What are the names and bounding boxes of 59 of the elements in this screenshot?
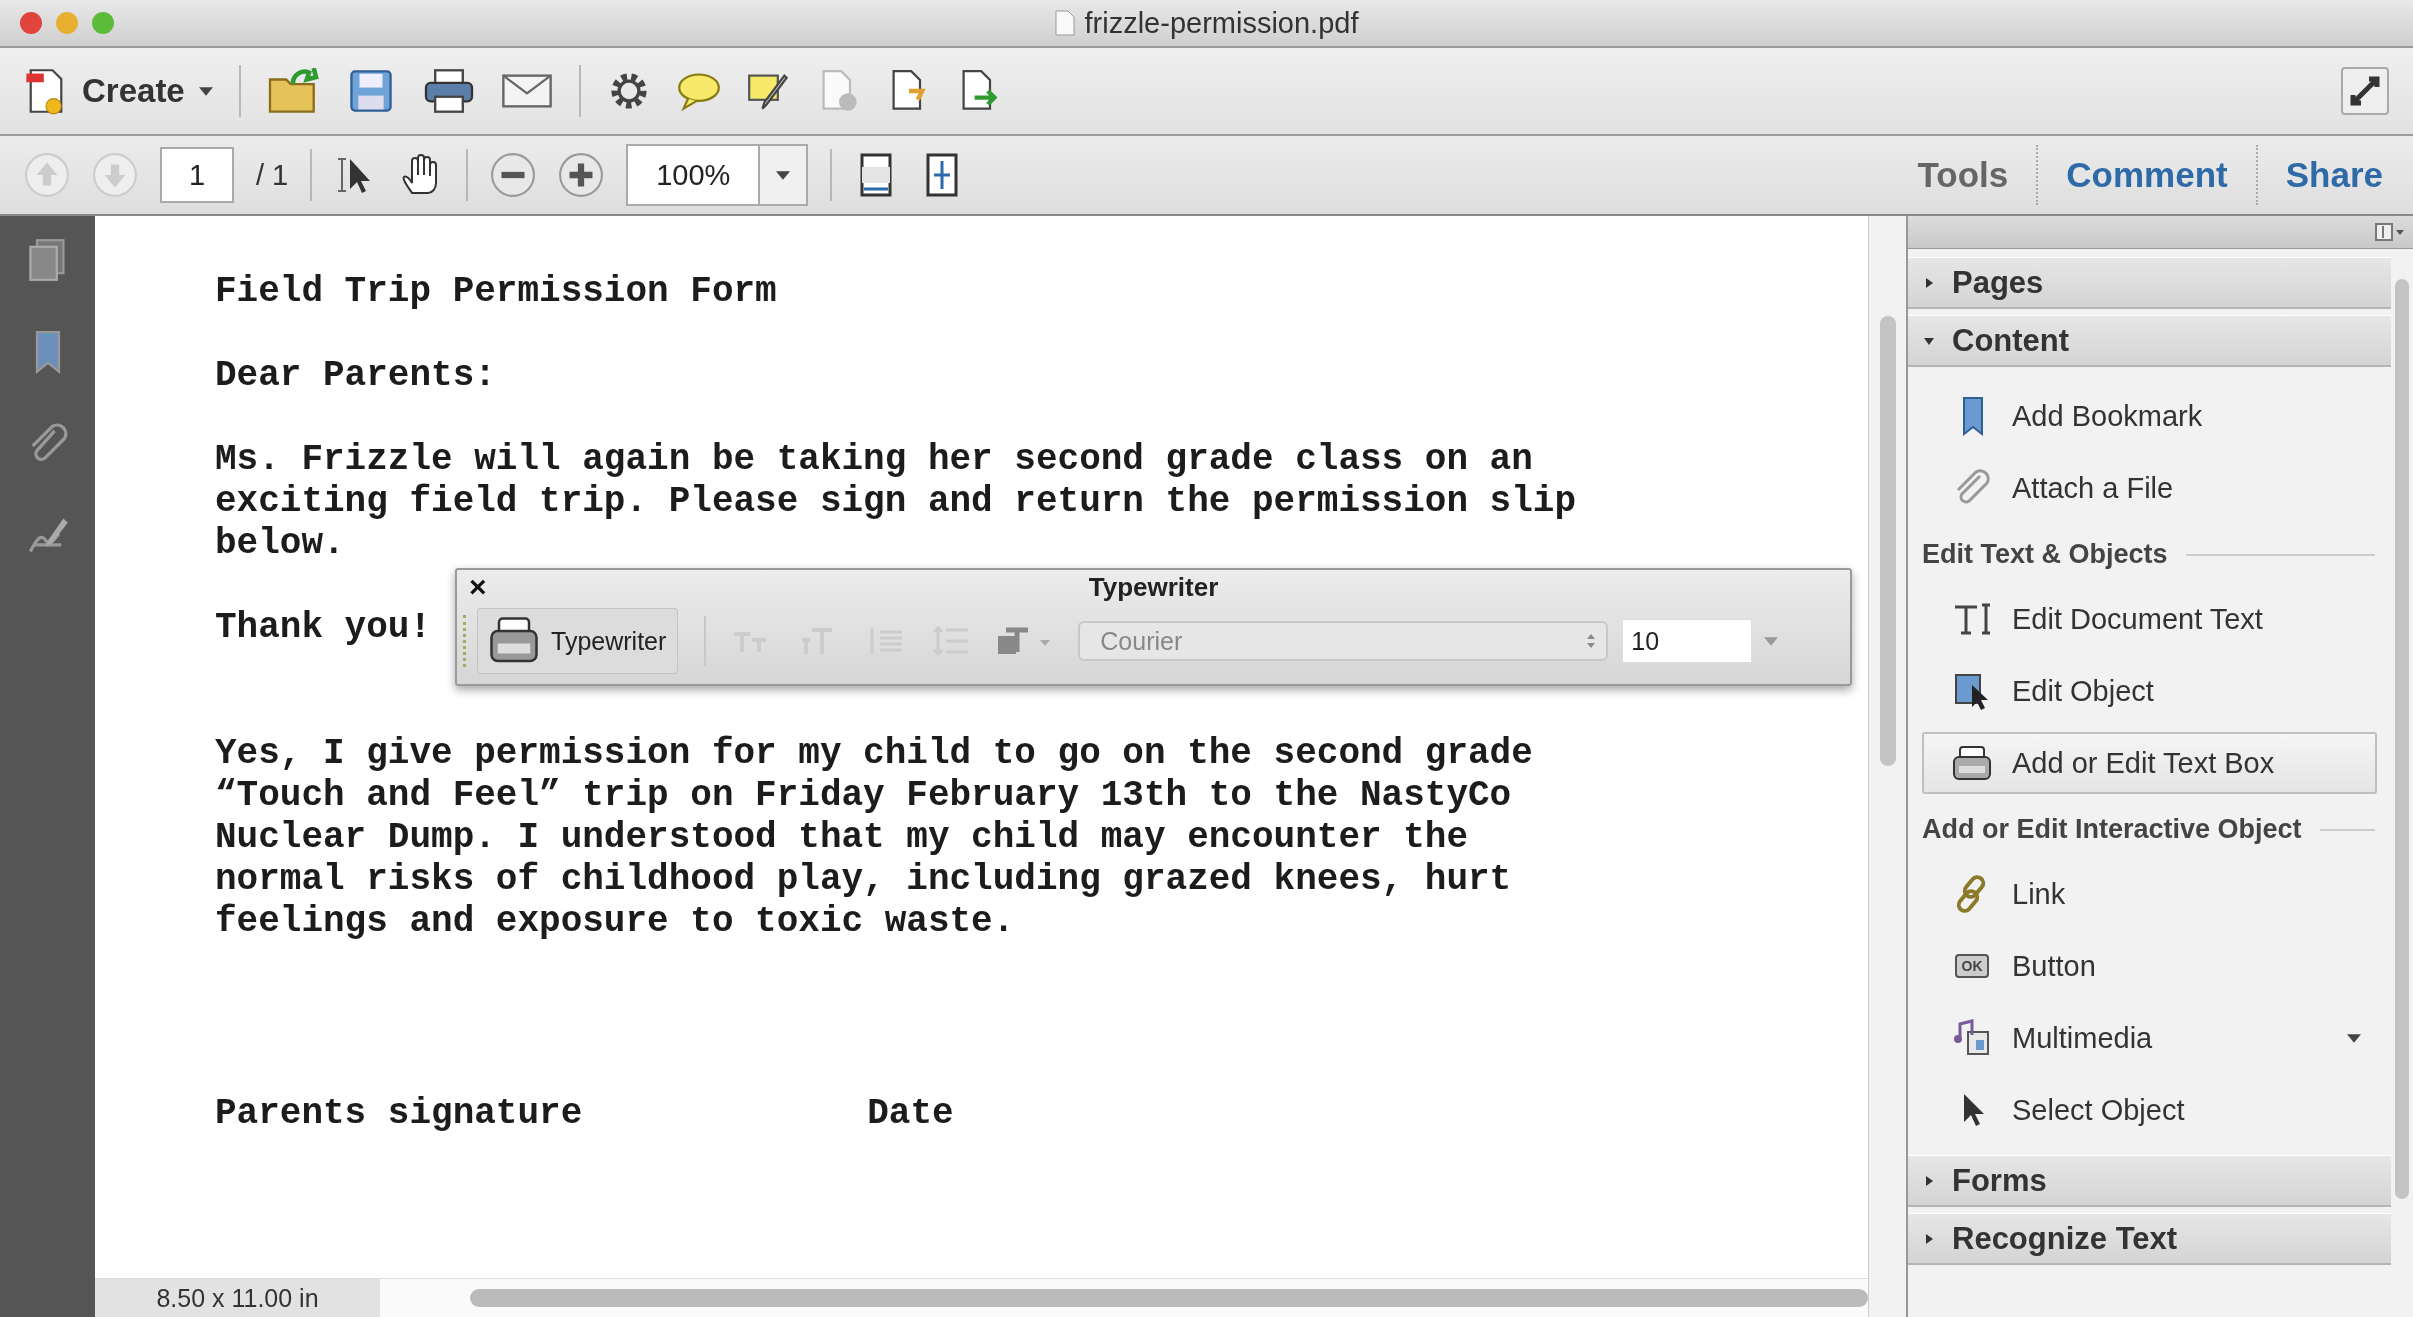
document-paragraph: Thank you! (215, 607, 432, 649)
pane-tab[interactable]: Tools (1911, 155, 2015, 195)
document-paragraph: Dear Parents: (215, 355, 496, 397)
group-heading: Add or Edit Interactive Object (1922, 814, 2302, 845)
window-title: frizzle-permission.pdf (1084, 6, 1359, 40)
tool-item[interactable]: Edit Document Text (1922, 588, 2385, 650)
tool-item[interactable]: Link (1922, 863, 2385, 925)
toolbar-title: Typewriter (1088, 571, 1219, 603)
pane-options-icon[interactable] (2375, 222, 2405, 242)
document-paragraph: Field Trip Permission Form (215, 271, 777, 313)
open-folder-icon[interactable] (266, 68, 319, 114)
zoom-in-icon[interactable] (558, 152, 605, 198)
zoom-window-button[interactable] (92, 12, 114, 34)
horizontal-scrollbar[interactable] (470, 1289, 1868, 1307)
tool-item[interactable]: Edit Object (1922, 660, 2385, 722)
pane-section-header[interactable]: Recognize Text (1908, 1213, 2391, 1265)
typewriter-icon (1952, 743, 1992, 783)
pane-scrollbar[interactable] (2395, 279, 2409, 1199)
caret-icon (776, 170, 791, 180)
font-size-field[interactable]: 10 (1622, 619, 1753, 663)
zoom-dropdown[interactable]: 100% (626, 144, 809, 206)
document-paragraph: Yes, I give permission for my child to go on the second grade “Touch and Feel” trip on Friday February 13th to the NastyCo Nuclear Dump. I understood that my child may encounter the normal risks of childhood play, including grazed knees, hurt feelings and exposure to toxic waste. (215, 733, 1533, 943)
zoom-out-icon[interactable] (490, 152, 537, 198)
tool-item[interactable]: Multimedia (1922, 1007, 2385, 1069)
disclosure-triangle-icon (1924, 1233, 1934, 1244)
typewriter-button[interactable]: Typewriter (477, 608, 679, 674)
tool-item[interactable]: Select Object (1922, 1079, 2385, 1141)
ok-button-icon: OK (1955, 954, 1989, 978)
pane-section-header[interactable]: Pages (1908, 257, 2391, 309)
pane-section-header[interactable]: Forms (1908, 1155, 2391, 1207)
signature-label: Parents signature (215, 1093, 583, 1135)
tool-item[interactable]: Add Bookmark (1922, 385, 2385, 447)
close-window-button[interactable] (20, 12, 42, 34)
document-paragraph: Ms. Frizzle will again be taking her second grade class on an exciting field trip. Please sign and return the permission slip below. (215, 439, 1577, 565)
tool-item[interactable]: OK Button (1922, 935, 2385, 997)
vertical-scrollbar[interactable] (1879, 316, 1896, 766)
caret-icon (198, 86, 213, 96)
disclosure-triangle-icon (1924, 335, 1934, 346)
create-button[interactable]: Create (24, 67, 213, 115)
date-label: Date (867, 1093, 954, 1135)
close-button[interactable]: × (469, 572, 487, 602)
page-total: / 1 (256, 158, 289, 192)
tool-item[interactable]: Attach a File (1922, 457, 2385, 519)
expand-icon[interactable] (2341, 67, 2389, 115)
tool-item[interactable]: Add or Edit Text Box (1922, 732, 2377, 794)
pane-section-header[interactable]: Content (1908, 315, 2391, 367)
stepper-icon (1586, 633, 1597, 649)
page-size-label: 8.50 x 11.00 in (95, 1279, 380, 1317)
disclosure-triangle-icon (1924, 277, 1934, 288)
multimedia-icon (1952, 1018, 1992, 1058)
disclosure-triangle-icon (1924, 1175, 1934, 1186)
pane-tab[interactable]: Share (2279, 155, 2389, 195)
group-heading: Edit Text & Objects (1922, 539, 2168, 570)
document-icon (1054, 10, 1075, 36)
print-icon[interactable] (422, 68, 475, 114)
caret-icon[interactable] (1764, 636, 1779, 646)
page-number-field[interactable]: 1 (160, 147, 234, 203)
pane-tab[interactable]: Comment (2060, 155, 2234, 195)
text-color-icon[interactable] (996, 626, 1053, 656)
